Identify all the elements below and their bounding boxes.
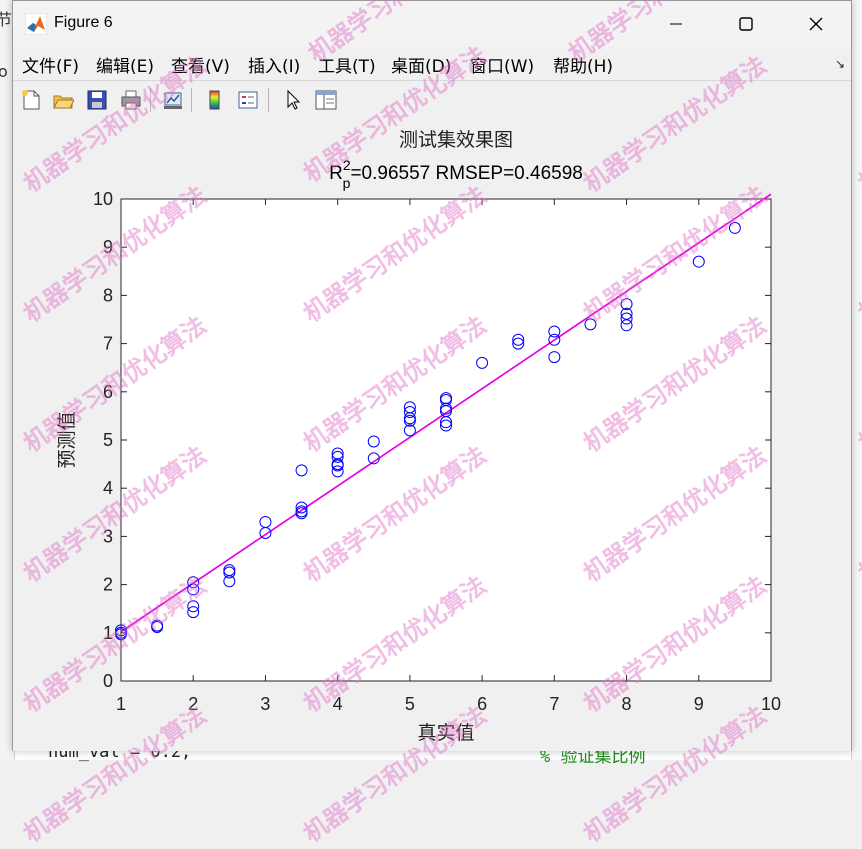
x-tick-label: 9 <box>694 694 704 714</box>
title-bar[interactable]: Figure 6 <box>13 1 851 47</box>
menu-file[interactable]: 文件(F) <box>22 52 79 77</box>
new-figure-button[interactable] <box>17 86 45 114</box>
maximize-icon <box>739 17 753 31</box>
menu-bar: 文件(F) 编辑(E) 查看(V) 插入(I) 工具(T) 桌面(D) 窗口(W… <box>13 47 851 79</box>
menu-desktop[interactable]: 桌面(D) <box>391 52 451 77</box>
axes-background <box>120 198 772 682</box>
y-tick-label: 9 <box>103 237 113 257</box>
colorbar-button[interactable] <box>201 86 229 114</box>
y-tick-label: 3 <box>103 526 113 546</box>
matlab-logo-icon <box>25 13 47 35</box>
chart-subtitle: R2 p=0.96557 RMSEP=0.46598 <box>329 157 583 191</box>
menu-insert[interactable]: 插入(I) <box>248 52 300 77</box>
menu-tools[interactable]: 工具(T) <box>318 52 376 77</box>
toolbar-separator <box>150 88 151 112</box>
y-tick-label: 4 <box>103 478 113 498</box>
close-button[interactable] <box>781 1 851 47</box>
property-editor-icon <box>315 90 337 110</box>
menu-overflow-icon[interactable]: ↘ <box>835 57 845 71</box>
y-tick-label: 8 <box>103 285 113 305</box>
open-file-button[interactable] <box>49 86 77 114</box>
minimize-icon <box>670 23 682 25</box>
left-glyph-1: 节 <box>0 10 13 29</box>
pointer-button[interactable] <box>279 86 307 114</box>
y-tick-label: 10 <box>93 189 113 209</box>
window-title: Figure 6 <box>54 14 113 31</box>
save-button[interactable] <box>83 86 111 114</box>
x-tick-label: 8 <box>622 694 632 714</box>
property-editor-button[interactable] <box>312 86 340 114</box>
link-plot-icon <box>164 92 182 109</box>
x-tick-label: 3 <box>260 694 270 714</box>
save-icon <box>87 90 107 110</box>
y-tick-label: 1 <box>103 623 113 643</box>
new-figure-icon <box>22 90 40 110</box>
menu-edit[interactable]: 编辑(E) <box>96 52 154 77</box>
x-tick-label: 10 <box>761 694 781 714</box>
minimize-button[interactable] <box>641 1 711 47</box>
x-tick-label: 1 <box>116 694 126 714</box>
maximize-button[interactable] <box>711 1 781 47</box>
link-plot-button[interactable] <box>159 86 187 114</box>
figure-canvas: 1 2 3 4 5 6 7 8 9 10 0 1 2 3 4 5 6 7 8 9 10 测试集效果图 R2 p=0.965… <box>13 119 851 751</box>
open-file-icon <box>53 95 74 109</box>
x-tick-label: 7 <box>549 694 559 714</box>
y-tick-label: 6 <box>103 382 113 402</box>
pointer-icon <box>287 89 301 110</box>
menu-help[interactable]: 帮助(H) <box>553 52 613 77</box>
left-glyph-2: o <box>0 62 8 81</box>
toolbar <box>13 80 851 120</box>
x-tick-label: 2 <box>188 694 198 714</box>
x-tick-label: 6 <box>477 694 487 714</box>
x-axis-label: 真实值 <box>417 722 474 744</box>
subtitle-sub: p <box>343 175 351 191</box>
close-icon <box>809 17 823 31</box>
editor-right-strip <box>851 0 862 760</box>
subtitle-stats: =0.96557 RMSEP=0.46598 <box>350 163 582 184</box>
toolbar-separator <box>191 88 192 112</box>
chart-title: 测试集效果图 <box>399 129 513 151</box>
y-tick-label: 5 <box>103 430 113 450</box>
y-tick-label: 0 <box>103 671 113 691</box>
figure-window: Figure 6 文件(F) 编辑(E) 查看(V) 插入(I) 工具(T) 桌… <box>12 0 852 751</box>
colorbar-icon <box>209 90 220 110</box>
x-tick-label: 5 <box>405 694 415 714</box>
print-icon <box>121 90 141 110</box>
y-tick-label: 7 <box>103 334 113 354</box>
menu-window[interactable]: 窗口(W) <box>470 52 534 77</box>
scatter-plot[interactable]: 1 2 3 4 5 6 7 8 9 10012345678910 测试集效果图 R2 p=0.965… <box>13 119 851 751</box>
toolbar-separator <box>268 88 269 112</box>
subtitle-r: R <box>329 163 343 184</box>
y-tick-label: 2 <box>103 575 113 595</box>
x-tick-label: 4 <box>333 694 343 714</box>
legend-icon <box>238 91 258 109</box>
menu-view[interactable]: 查看(V) <box>171 52 230 77</box>
print-button[interactable] <box>117 86 145 114</box>
legend-button[interactable] <box>234 86 262 114</box>
y-axis-label: 预测值 <box>56 411 78 468</box>
